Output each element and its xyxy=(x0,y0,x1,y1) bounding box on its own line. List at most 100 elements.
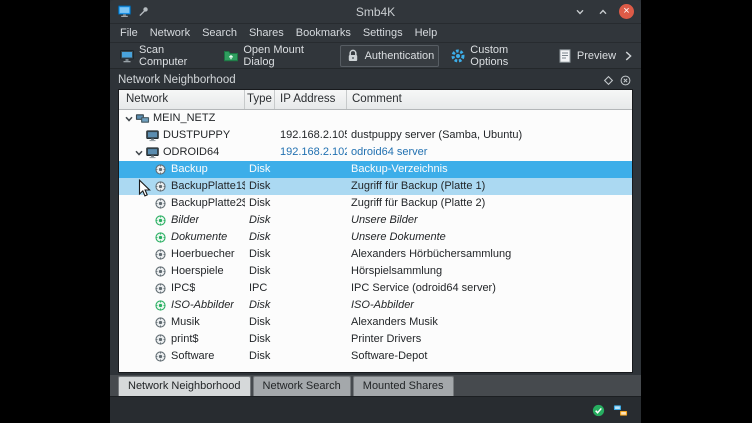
row-comment: Unsere Dokumente xyxy=(347,229,632,246)
statusbar xyxy=(110,396,641,423)
column-header-ip-address[interactable]: IP Address xyxy=(275,90,347,109)
table-row-hoerbuecher[interactable]: HoerbuecherDiskAlexanders Hörbüchersamml… xyxy=(119,246,632,263)
tab-mounted-shares[interactable]: Mounted Shares xyxy=(353,376,454,396)
dock-close-icon[interactable] xyxy=(620,75,631,86)
column-header-comment[interactable]: Comment xyxy=(347,90,632,109)
tab-network-neighborhood[interactable]: Network Neighborhood xyxy=(118,376,251,396)
table-row-ipc[interactable]: IPC$IPCIPC Service (odroid64 server) xyxy=(119,280,632,297)
row-comment: Unsere Bilder xyxy=(347,212,632,229)
table-row-backup[interactable]: BackupDiskBackup-Verzeichnis xyxy=(119,161,632,178)
row-ip xyxy=(275,195,347,212)
network-connection-indicator-icon xyxy=(613,403,628,418)
tab-network-search[interactable]: Network Search xyxy=(253,376,351,396)
row-type: Disk xyxy=(245,212,275,229)
row-comment: ISO-Abbilder xyxy=(347,297,632,314)
row-type: Disk xyxy=(245,178,275,195)
menu-help[interactable]: Help xyxy=(409,27,444,39)
table-row-bilder[interactable]: Bilder Disk Unsere Bilder xyxy=(119,212,632,229)
table-row-hoerspiele[interactable]: HoerspieleDiskHörspielsammlung xyxy=(119,263,632,280)
maximize-button[interactable] xyxy=(596,5,610,19)
titlebar[interactable]: Smb4K × xyxy=(110,0,641,24)
menu-shares[interactable]: Shares xyxy=(243,27,290,39)
row-comment: dustpuppy server (Samba, Ubuntu) xyxy=(347,127,632,144)
row-comment: Zugriff für Backup (Platte 2) xyxy=(347,195,632,212)
share-icon xyxy=(153,163,168,176)
gear-icon xyxy=(450,48,466,64)
row-type: Disk xyxy=(245,331,275,348)
row-ip xyxy=(275,246,347,263)
share-icon xyxy=(153,350,168,363)
table-header: NetworkTypeIP AddressComment xyxy=(119,90,632,110)
smb4k-window: Smb4K × FileNetworkSearchSharesBookmarks… xyxy=(110,0,641,423)
table-row-print[interactable]: print$ Disk Printer Drivers xyxy=(119,331,632,348)
open-mount-dialog-label: Open Mount Dialog xyxy=(243,44,328,68)
row-type xyxy=(245,144,275,161)
menu-bookmarks[interactable]: Bookmarks xyxy=(290,27,357,39)
mounted-shares-indicator-icon xyxy=(591,403,606,418)
table-row-dustpuppy[interactable]: DUSTPUPPY192.168.2.105dustpuppy server (… xyxy=(119,127,632,144)
share-icon xyxy=(153,282,168,295)
dock-header: Network Neighborhood xyxy=(118,71,633,89)
table-body: MEIN_NETZDUSTPUPPY192.168.2.105dustpuppy… xyxy=(119,110,632,372)
open-mount-dialog-button[interactable]: Open Mount Dialog xyxy=(218,41,333,71)
expander-icon[interactable] xyxy=(123,114,135,124)
row-name: Backup xyxy=(171,161,208,178)
table-row-backupplatte1[interactable]: BackupPlatte1$DiskZugriff für Backup (Pl… xyxy=(119,178,632,195)
preview-button[interactable]: Preview xyxy=(552,45,621,67)
row-type: Disk xyxy=(245,297,275,314)
network-browser: NetworkTypeIP AddressComment MEIN_NETZDU… xyxy=(118,89,633,373)
toolbar-overflow-button[interactable] xyxy=(621,49,637,63)
row-ip xyxy=(275,280,347,297)
host-icon xyxy=(145,145,160,160)
dock-float-icon[interactable] xyxy=(603,75,614,86)
row-type: Disk xyxy=(245,161,275,178)
row-ip xyxy=(275,229,347,246)
row-comment: Alexanders Musik xyxy=(347,314,632,331)
column-header-network[interactable]: Network xyxy=(119,90,245,109)
row-comment xyxy=(347,110,632,127)
table-row-iso-abbilder[interactable]: ISO-AbbilderDiskISO-Abbilder xyxy=(119,297,632,314)
table-row-musik[interactable]: MusikDiskAlexanders Musik xyxy=(119,314,632,331)
table-row-software[interactable]: SoftwareDiskSoftware-Depot xyxy=(119,348,632,365)
table-row-odroid64[interactable]: ODROID64192.168.2.102odroid64 server xyxy=(119,144,632,161)
table-row-dokumente[interactable]: DokumenteDiskUnsere Dokumente xyxy=(119,229,632,246)
row-type xyxy=(245,110,275,127)
menu-settings[interactable]: Settings xyxy=(357,27,409,39)
row-ip xyxy=(275,212,347,229)
app-icon[interactable] xyxy=(117,4,132,19)
row-comment: Hörspielsammlung xyxy=(347,263,632,280)
row-comment: Alexanders Hörbüchersammlung xyxy=(347,246,632,263)
row-name: print$ xyxy=(171,331,199,348)
minimize-button[interactable] xyxy=(573,5,587,19)
close-button[interactable]: × xyxy=(619,4,634,19)
mouse-cursor xyxy=(138,179,152,199)
table-row-backupplatte2[interactable]: BackupPlatte2$DiskZugriff für Backup (Pl… xyxy=(119,195,632,212)
row-comment: Printer Drivers xyxy=(347,331,632,348)
expander-icon[interactable] xyxy=(133,148,145,158)
share-mounted-icon xyxy=(153,214,168,227)
row-ip: 192.168.2.105 xyxy=(275,127,347,144)
authentication-button[interactable]: Authentication xyxy=(340,45,440,67)
share-icon xyxy=(153,180,168,193)
scan-computer-button[interactable]: Scan Computer xyxy=(114,41,212,71)
share-icon xyxy=(153,333,168,346)
column-header-type[interactable]: Type xyxy=(245,90,275,109)
central-area: Network Neighborhood NetworkTypeIP Addre… xyxy=(110,69,641,375)
scan-computer-label: Scan Computer xyxy=(139,44,207,68)
menu-search[interactable]: Search xyxy=(196,27,243,39)
menu-file[interactable]: File xyxy=(114,27,144,39)
workgroup-icon xyxy=(135,111,150,126)
row-type: IPC xyxy=(245,280,275,297)
authentication-label: Authentication xyxy=(365,50,435,62)
row-ip xyxy=(275,331,347,348)
row-type: Disk xyxy=(245,263,275,280)
row-type: Disk xyxy=(245,246,275,263)
table-row-mein-netz[interactable]: MEIN_NETZ xyxy=(119,110,632,127)
menu-network[interactable]: Network xyxy=(144,27,196,39)
row-ip xyxy=(275,314,347,331)
pin-icon[interactable] xyxy=(137,5,150,18)
row-name: ODROID64 xyxy=(163,144,219,161)
custom-options-button[interactable]: Custom Options xyxy=(445,41,546,71)
host-icon xyxy=(145,128,160,143)
row-name: Bilder xyxy=(171,212,199,229)
